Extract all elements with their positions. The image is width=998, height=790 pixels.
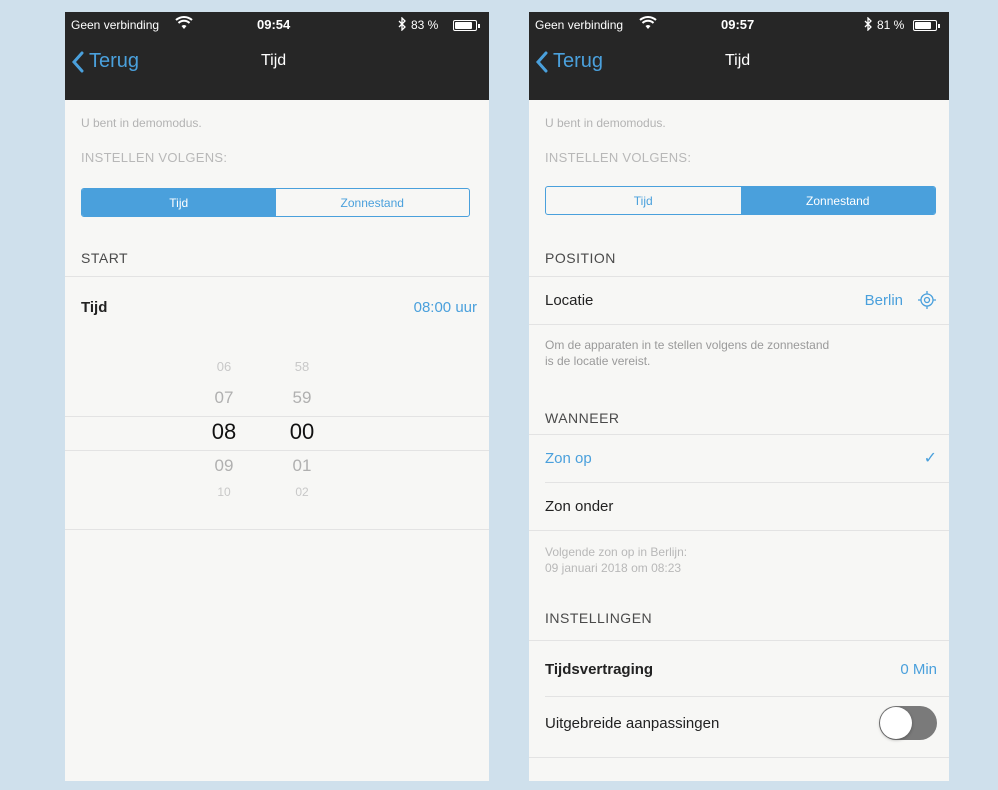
right-phone-screen: Geen verbinding 09:57 81 % Terug Tijd U …: [529, 12, 949, 781]
battery-percent: 81 %: [877, 18, 905, 32]
minute-option[interactable]: 59: [277, 388, 327, 408]
mode-segmented-control: Tijd Zonnestand: [545, 186, 936, 215]
start-header: START: [81, 250, 129, 266]
navigation-bar: Terug Tijd: [65, 38, 489, 100]
left-phone-screen: Geen verbinding 09:54 83 % Terug Tijd U …: [65, 12, 489, 781]
uitgebreide-label: Uitgebreide aanpassingen: [545, 714, 720, 732]
locatie-note: Om de apparaten in te stellen volgens de…: [545, 338, 830, 352]
carrier-label: Geen verbinding: [535, 18, 624, 32]
battery-icon: [453, 20, 480, 31]
instellen-volgens-label: INSTELLEN VOLGENS:: [81, 150, 228, 165]
tijdsvertraging-label: Tijdsvertraging: [545, 660, 654, 678]
volgende-zon-op-note: Volgende zon op in Berlijn:: [545, 545, 688, 559]
battery-icon: [913, 20, 940, 31]
wifi-icon: [175, 15, 193, 34]
position-header: POSITION: [545, 250, 616, 266]
location-target-icon[interactable]: [917, 290, 937, 310]
mode-segmented-control: Tijd Zonnestand: [81, 188, 470, 217]
picker-selection-bottom: [65, 450, 489, 451]
divider: [529, 324, 949, 325]
navigation-bar: Terug Tijd: [529, 38, 949, 100]
locatie-label: Locatie: [545, 291, 594, 309]
wanneer-header: WANNEER: [545, 410, 620, 426]
hour-option[interactable]: 10: [199, 485, 249, 499]
checkmark-icon: ✓: [923, 450, 937, 467]
tijdsvertraging-value: 0 Min: [900, 660, 937, 678]
minute-option[interactable]: 58: [277, 359, 327, 374]
tijdsvertraging-row[interactable]: Tijdsvertraging 0 Min: [529, 647, 949, 691]
volgende-zon-op-date: 09 januari 2018 om 08:23: [545, 561, 682, 575]
minute-option[interactable]: 02: [277, 485, 327, 499]
divider: [529, 434, 949, 435]
back-label: Terug: [89, 50, 140, 72]
segment-zonnestand[interactable]: Zonnestand: [276, 189, 470, 216]
locatie-row[interactable]: Locatie Berlin: [529, 278, 949, 322]
hour-selected[interactable]: 08: [199, 419, 249, 445]
tijd-row-label: Tijd: [81, 298, 108, 316]
divider: [529, 640, 949, 641]
chevron-left-icon: [535, 51, 548, 72]
back-label: Terug: [553, 50, 604, 72]
tijd-row-value: 08:00 uur: [413, 298, 477, 316]
status-bar: Geen verbinding 09:54 83 %: [65, 12, 489, 38]
zon-op-label: Zon op: [545, 449, 592, 467]
segment-zonnestand[interactable]: Zonnestand: [740, 187, 935, 214]
minute-selected[interactable]: 00: [277, 419, 327, 445]
chevron-left-icon: [71, 51, 84, 72]
locatie-value: Berlin: [864, 291, 903, 309]
time-picker[interactable]: 06 07 08 09 10 58 59 00 01 02: [65, 352, 489, 499]
instellen-volgens-label: INSTELLEN VOLGENS:: [545, 150, 692, 165]
zon-onder-label: Zon onder: [545, 497, 614, 515]
divider: [529, 276, 949, 277]
status-bar: Geen verbinding 09:57 81 %: [529, 12, 949, 38]
divider: [65, 529, 489, 530]
uitgebreide-toggle[interactable]: [879, 706, 937, 740]
status-time: 09:57: [721, 17, 755, 32]
divider: [65, 276, 489, 277]
uitgebreide-row: Uitgebreide aanpassingen: [529, 701, 949, 745]
tijd-row[interactable]: Tijd 08:00 uur: [65, 285, 489, 329]
bluetooth-icon: [398, 16, 407, 34]
hour-option[interactable]: 06: [199, 359, 249, 374]
zon-op-row[interactable]: Zon op ✓: [529, 436, 949, 480]
wifi-icon: [639, 15, 657, 34]
locatie-note: is de locatie vereist.: [545, 354, 651, 368]
divider: [529, 530, 949, 531]
toggle-knob: [880, 707, 912, 739]
segment-tijd[interactable]: Tijd: [82, 189, 276, 216]
divider: [529, 757, 949, 758]
hour-option[interactable]: 09: [199, 456, 249, 476]
page-title: Tijd: [725, 52, 751, 69]
back-button[interactable]: Terug: [71, 50, 139, 73]
carrier-label: Geen verbinding: [71, 18, 160, 32]
divider: [545, 482, 949, 483]
demo-mode-notice: U bent in demomodus.: [81, 116, 202, 130]
bluetooth-icon: [864, 16, 873, 34]
minute-option[interactable]: 01: [277, 456, 327, 476]
zon-onder-row[interactable]: Zon onder: [529, 484, 949, 528]
back-button[interactable]: Terug: [535, 50, 603, 73]
instellingen-header: INSTELLINGEN: [545, 610, 653, 626]
battery-percent: 83 %: [411, 18, 439, 32]
divider: [545, 696, 949, 697]
status-time: 09:54: [257, 17, 291, 32]
segment-tijd[interactable]: Tijd: [546, 187, 741, 214]
hour-option[interactable]: 07: [199, 388, 249, 408]
page-title: Tijd: [261, 52, 287, 69]
picker-selection-top: [65, 416, 489, 417]
demo-mode-notice: U bent in demomodus.: [545, 116, 666, 130]
